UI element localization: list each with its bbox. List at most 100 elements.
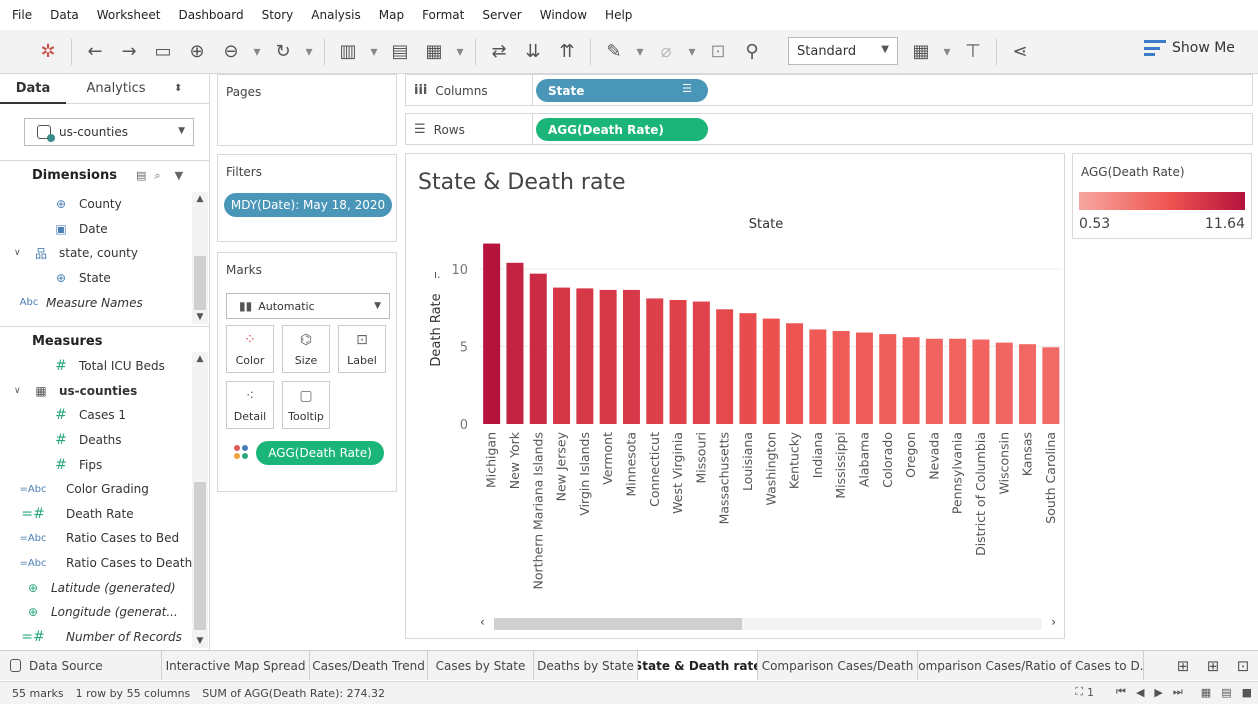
- undo-icon[interactable]: ←: [81, 38, 109, 66]
- chart-horizontal-scrollbar[interactable]: ‹ ›: [478, 614, 1058, 634]
- new-worksheet-icon[interactable]: ▥: [334, 38, 362, 66]
- measure-ratio-cases-to-death[interactable]: =Abc Ratio Cases to Death: [0, 551, 194, 576]
- sheet-tab[interactable]: Cases/Death Trend: [310, 651, 428, 680]
- sort-ascending-icon[interactable]: ⇊: [519, 38, 547, 66]
- dimension-county[interactable]: ⊕ County: [0, 192, 194, 217]
- menu-item-help[interactable]: Help: [605, 8, 632, 22]
- datasource-select[interactable]: us-counties ▼: [24, 118, 194, 146]
- highlight-icon[interactable]: ✎: [600, 38, 628, 66]
- duplicate-sheet-icon[interactable]: ▤: [386, 38, 414, 66]
- dimension-state[interactable]: ⊕ State: [0, 266, 194, 291]
- scroll-right-icon[interactable]: ›: [1051, 615, 1056, 629]
- scroll-up-icon[interactable]: ▲: [192, 354, 208, 364]
- measures-scrollbar[interactable]: ▲ ▼: [192, 352, 208, 648]
- size-button[interactable]: ⌬ Size: [282, 325, 330, 373]
- view-list-icon[interactable]: ▤: [136, 169, 146, 182]
- filmstrip-view-icon[interactable]: ▤: [1221, 686, 1231, 699]
- color-button[interactable]: ⁘ Color: [226, 325, 274, 373]
- sheet-tab[interactable]: Cases by State: [428, 651, 534, 680]
- dimension-hierarchy[interactable]: ∨ 品 state, county: [0, 241, 194, 266]
- state-column-pill[interactable]: State ☰: [536, 79, 708, 102]
- pages-card[interactable]: Pages: [217, 74, 397, 146]
- measure-deaths[interactable]: # Deaths: [0, 428, 194, 453]
- rows-shelf[interactable]: ☰ Rows AGG(Death Rate): [405, 113, 1253, 145]
- tooltip-button[interactable]: ▢ Tooltip: [282, 381, 330, 429]
- next-page-icon[interactable]: ▶: [1154, 686, 1162, 699]
- measure-fips[interactable]: # Fips: [0, 452, 194, 477]
- measure-table-us-counties[interactable]: ∨ ▦ us-counties: [0, 379, 194, 404]
- scroll-thumb[interactable]: [194, 482, 206, 630]
- dropdown-arrow-icon[interactable]: ▾: [302, 38, 316, 66]
- new-worksheet-icon[interactable]: ⊞: [1168, 657, 1198, 675]
- dropdown-arrow-icon[interactable]: ▾: [685, 38, 699, 66]
- label-button[interactable]: ⊡ Label: [338, 325, 386, 373]
- share-icon[interactable]: ⋖: [1006, 38, 1034, 66]
- measure-death-rate[interactable]: =# Death Rate: [0, 502, 194, 527]
- measure-color-grading[interactable]: =Abc Color Grading: [0, 477, 194, 502]
- menu-item-server[interactable]: Server: [482, 8, 521, 22]
- menu-item-window[interactable]: Window: [540, 8, 587, 22]
- scroll-down-icon[interactable]: ▼: [192, 636, 208, 646]
- first-page-icon[interactable]: ⏮: [1116, 685, 1126, 699]
- dropdown-arrow-icon[interactable]: ▾: [633, 38, 647, 66]
- menu-item-map[interactable]: Map: [379, 8, 404, 22]
- measure-latitude[interactable]: ⊕ Latitude (generated): [0, 575, 194, 600]
- measure-number-of-records[interactable]: =# Number of Records: [0, 625, 194, 650]
- save-icon[interactable]: ▭: [149, 38, 177, 66]
- scroll-down-icon[interactable]: ▼: [192, 312, 208, 322]
- sheet-tab[interactable]: State & Death rate: [638, 651, 758, 680]
- columns-shelf[interactable]: iii Columns State ☰: [405, 74, 1253, 106]
- last-page-icon[interactable]: ⏭: [1173, 685, 1183, 699]
- menu-item-format[interactable]: Format: [422, 8, 464, 22]
- clear-sheet-icon[interactable]: ▦: [420, 38, 448, 66]
- tab-analytics[interactable]: Analytics: [66, 81, 166, 96]
- scroll-left-icon[interactable]: ‹: [480, 615, 485, 629]
- group-icon[interactable]: ⌀: [652, 38, 680, 66]
- measure-longitude[interactable]: ⊕ Longitude (generat...: [0, 600, 194, 625]
- filters-card[interactable]: Filters MDY(Date): May 18, 2020: [217, 154, 397, 242]
- dropdown-arrow-icon[interactable]: ▾: [940, 38, 954, 66]
- scroll-thumb[interactable]: [194, 256, 206, 310]
- scroll-thumb[interactable]: [494, 618, 742, 630]
- tab-data[interactable]: Data: [0, 74, 66, 104]
- date-filter-pill[interactable]: MDY(Date): May 18, 2020: [224, 193, 392, 217]
- show-cards-icon[interactable]: ▦: [907, 38, 935, 66]
- color-measure-pill[interactable]: AGG(Death Rate): [256, 441, 384, 465]
- collapse-icon[interactable]: ∨: [14, 248, 26, 258]
- labels-icon[interactable]: ⊡: [704, 38, 732, 66]
- measure-cases-1[interactable]: # Cases 1: [0, 403, 194, 428]
- menu-item-analysis[interactable]: Analysis: [311, 8, 360, 22]
- chevron-down-icon[interactable]: ▼: [175, 169, 183, 182]
- dropdown-arrow-icon[interactable]: ▾: [250, 38, 264, 66]
- user-icon[interactable]: ⛶: [1075, 685, 1083, 699]
- menu-item-worksheet[interactable]: Worksheet: [97, 8, 161, 22]
- sheet-tab[interactable]: Interactive Map Spread: [162, 651, 310, 680]
- measure-ratio-cases-to-bed[interactable]: =Abc Ratio Cases to Bed: [0, 526, 194, 551]
- tableau-logo-icon[interactable]: ✲: [34, 38, 62, 66]
- new-datasource-icon[interactable]: ⊕: [183, 38, 211, 66]
- dimension-measure-names[interactable]: Abc Measure Names: [0, 290, 194, 315]
- dimensions-scrollbar[interactable]: ▲ ▼: [192, 192, 208, 324]
- menu-item-story[interactable]: Story: [262, 8, 294, 22]
- measure-total-icu-beds[interactable]: # Total ICU Beds: [0, 354, 194, 379]
- tab-view-icon[interactable]: ■: [1242, 686, 1252, 699]
- dimension-date[interactable]: ▣ Date: [0, 217, 194, 242]
- sort-descending-icon[interactable]: ⇈: [553, 38, 581, 66]
- grid-view-icon[interactable]: ▦: [1201, 686, 1211, 699]
- prev-page-icon[interactable]: ◀: [1136, 686, 1144, 699]
- dropdown-arrow-icon[interactable]: ▾: [367, 38, 381, 66]
- search-icon[interactable]: ⌕: [154, 169, 160, 183]
- menu-item-data[interactable]: Data: [50, 8, 79, 22]
- refresh-icon[interactable]: ↻: [269, 38, 297, 66]
- pin-icon[interactable]: ⚲: [738, 38, 766, 66]
- sheet-tab[interactable]: Deaths by State: [534, 651, 638, 680]
- fit-select[interactable]: Standard ▼: [788, 37, 898, 65]
- menu-item-dashboard[interactable]: Dashboard: [178, 8, 243, 22]
- pause-updates-icon[interactable]: ⊖: [217, 38, 245, 66]
- dropdown-arrow-icon[interactable]: ▾: [453, 38, 467, 66]
- mark-type-select[interactable]: ▮▮ Automatic ▼: [226, 293, 390, 319]
- tab-data-source[interactable]: Data Source: [0, 651, 162, 680]
- collapse-icon[interactable]: ∨: [14, 386, 26, 396]
- swap-icon[interactable]: ⇄: [485, 38, 513, 66]
- presentation-icon[interactable]: ⊤: [959, 38, 987, 66]
